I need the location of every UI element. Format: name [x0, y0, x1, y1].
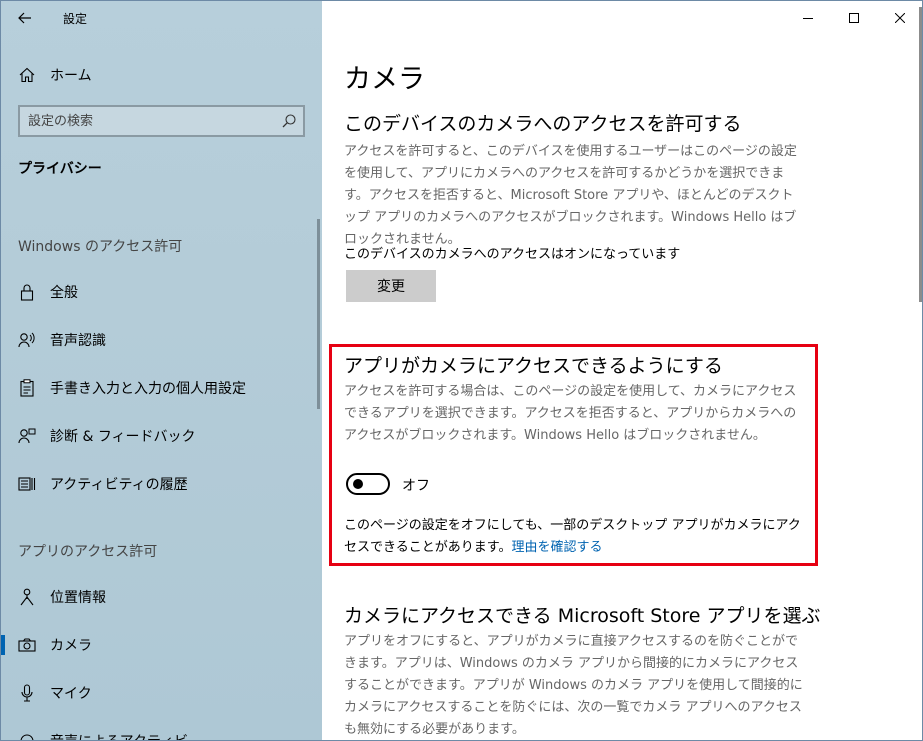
section-header-windows: Windows のアクセス許可: [18, 239, 183, 255]
sidebar-item-camera[interactable]: カメラ: [1, 625, 322, 665]
app-access-description: アクセスを許可する場合は、このページの設定を使用して、カメラにアクセスできるアプ…: [344, 384, 797, 443]
back-arrow-icon: [18, 12, 31, 24]
toggle-knob: [353, 479, 363, 489]
page-title: カメラ: [344, 64, 425, 95]
activity-history-icon: [17, 474, 37, 494]
app-access-note: このページの設定をオフにしても、一部のデスクトップ アプリがカメラにアクセスでき…: [344, 515, 809, 559]
sidebar-item-voice-activation[interactable]: 音声によるアクティビ: [1, 721, 322, 740]
search-box[interactable]: [18, 105, 305, 137]
sidebar-item-diagnostics[interactable]: 診断 & フィードバック: [1, 416, 322, 456]
camera-icon: [17, 635, 37, 655]
store-apps-description: アプリをオフにすると、アプリがカメラに直接アクセスするのを防ぐことができます。ア…: [344, 634, 803, 737]
main-scrollbar[interactable]: [919, 7, 922, 302]
sidebar-item-label: ホーム: [50, 68, 92, 84]
learn-why-link[interactable]: 理由を確認する: [511, 540, 602, 555]
sidebar-item-label: 音声認識: [50, 333, 106, 349]
voice-activation-icon: [17, 731, 37, 740]
microphone-icon: [17, 683, 37, 703]
clipboard-icon: [17, 378, 37, 398]
sidebar-item-label: カメラ: [50, 638, 92, 654]
main-content: カメラ このデバイスのカメラへのアクセスを許可する アクセスを許可すると、このデ…: [322, 1, 922, 740]
sidebar: 設定 ホーム プライバシー Windows のアクセス許可 全般: [1, 1, 322, 740]
device-access-heading: このデバイスのカメラへのアクセスを許可する: [344, 113, 742, 135]
sidebar-item-inking[interactable]: 手書き入力と入力の個人用設定: [1, 368, 322, 408]
sidebar-item-label: 位置情報: [50, 590, 106, 606]
category-title: プライバシー: [18, 161, 102, 177]
app-title: 設定: [63, 12, 88, 26]
toggle-state-label: オフ: [402, 478, 430, 494]
settings-window: 設定 ホーム プライバシー Windows のアクセス許可 全般: [0, 0, 923, 741]
home-icon: [17, 65, 37, 85]
title-bar-left: 設定: [1, 1, 322, 35]
location-person-icon: [17, 587, 37, 607]
device-access-status: このデバイスのカメラへのアクセスはオンになっています: [344, 247, 681, 262]
feedback-person-icon: [17, 426, 37, 446]
sidebar-item-label: 手書き入力と入力の個人用設定: [50, 381, 246, 397]
sidebar-item-label: 音声によるアクティビ: [50, 731, 188, 740]
sidebar-item-general[interactable]: 全般: [1, 272, 322, 312]
change-button[interactable]: 変更: [346, 270, 436, 302]
camera-access-toggle[interactable]: [346, 473, 390, 495]
device-access-description: アクセスを許可すると、このデバイスを使用するユーザーはこのページの設定を使用して…: [344, 144, 797, 247]
search-input[interactable]: [28, 112, 278, 130]
sidebar-item-label: アクティビティの履歴: [50, 477, 188, 493]
search-icon: [282, 114, 296, 128]
sidebar-item-label: 全般: [50, 285, 78, 301]
sidebar-item-speech[interactable]: 音声認識: [1, 320, 322, 360]
lock-icon: [17, 282, 37, 302]
sidebar-item-home[interactable]: ホーム: [1, 55, 322, 95]
sidebar-item-label: マイク: [50, 686, 92, 702]
sidebar-scrollbar[interactable]: [317, 219, 320, 409]
speech-person-icon: [17, 330, 37, 350]
app-access-heading: アプリがカメラにアクセスできるようにする: [344, 355, 723, 377]
sidebar-item-microphone[interactable]: マイク: [1, 673, 322, 713]
section-header-apps: アプリのアクセス許可: [18, 544, 158, 560]
sidebar-item-label: 診断 & フィードバック: [50, 429, 196, 445]
back-button[interactable]: [11, 5, 39, 31]
sidebar-item-location[interactable]: 位置情報: [1, 577, 322, 617]
store-apps-heading: カメラにアクセスできる Microsoft Store アプリを選ぶ: [344, 605, 821, 627]
sidebar-item-activity-history[interactable]: アクティビティの履歴: [1, 464, 322, 504]
